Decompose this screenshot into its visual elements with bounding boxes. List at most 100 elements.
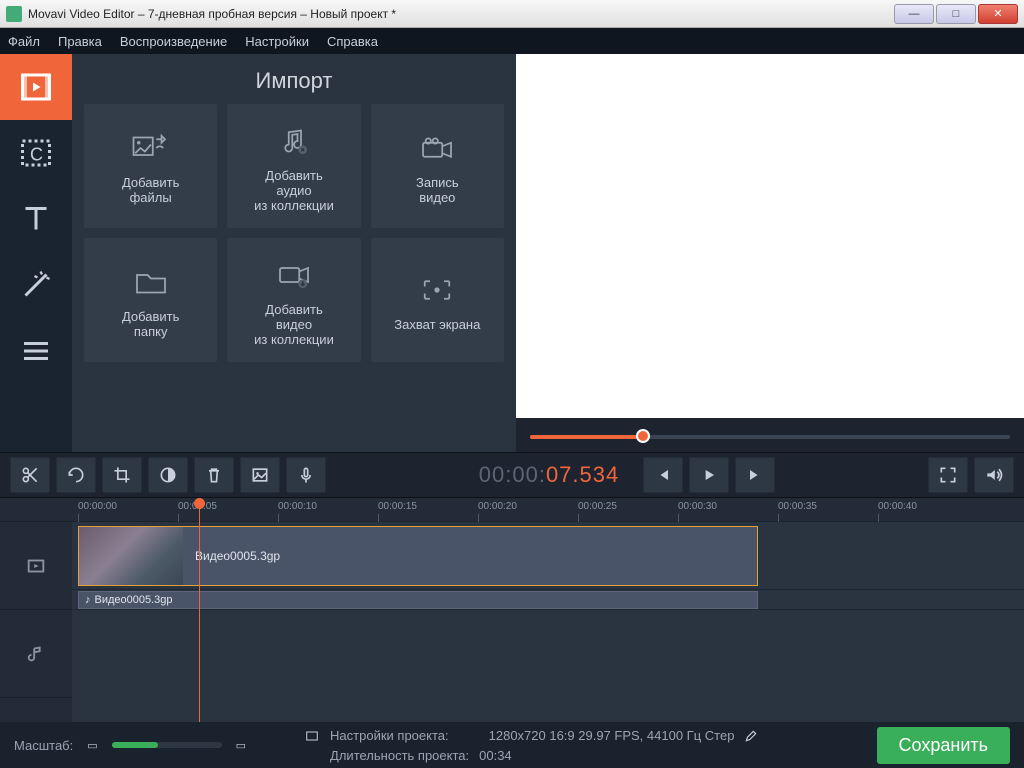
video-track-head[interactable] (0, 522, 72, 610)
tile-label: Добавить аудио из коллекции (254, 168, 334, 213)
color-button[interactable] (148, 457, 188, 493)
trash-icon (204, 465, 224, 485)
tile-label: Добавить файлы (122, 175, 179, 205)
menu-edit[interactable]: Правка (58, 34, 102, 49)
ruler-tick: 00:00:00 (78, 501, 117, 512)
delete-button[interactable] (194, 457, 234, 493)
tile-add-audio[interactable]: Добавить аудио из коллекции (227, 104, 360, 228)
project-settings-value: 1280x720 16:9 29.97 FPS, 44100 Гц Стер (489, 728, 735, 743)
mic-button[interactable] (286, 457, 326, 493)
ruler-tick: 00:00:30 (678, 501, 717, 512)
project-settings-label: Настройки проекта: (330, 728, 449, 743)
window-title: Movavi Video Editor – 7-дневная пробная … (28, 7, 894, 21)
video-track-icon (25, 555, 47, 577)
zoom-label: Масштаб: (14, 738, 73, 753)
ruler-tick: 00:00:35 (778, 501, 817, 512)
timecode-prefix: 00:00: (479, 462, 546, 488)
window-minimize-button[interactable]: — (894, 4, 934, 24)
sidebar-import[interactable] (0, 54, 72, 120)
svg-text:C: C (30, 145, 43, 165)
playhead[interactable] (199, 498, 200, 722)
sidebar-filters[interactable]: C (0, 120, 72, 186)
zoom-in-icon[interactable]: ▭ (236, 739, 246, 752)
timecode-display: 00:00:07.534 (479, 462, 619, 488)
rotate-icon (66, 465, 86, 485)
menu-help[interactable]: Справка (327, 34, 378, 49)
play-icon (699, 465, 719, 485)
magic-wand-icon (18, 267, 54, 303)
tile-add-video-collection[interactable]: Добавить видео из коллекции (227, 238, 360, 362)
ruler-tick: 00:00:15 (378, 501, 417, 512)
statusbar: Масштаб: ▭ ▭ Настройки проекта: 1280x720… (0, 722, 1024, 768)
crop-icon: C (18, 135, 54, 171)
film-play-icon (18, 69, 54, 105)
window-maximize-button[interactable]: □ (936, 4, 976, 24)
clip-label: Видео0005.3gp (195, 549, 280, 563)
project-duration-value: 00:34 (479, 748, 512, 763)
camera-download-icon (273, 254, 315, 296)
settings-small-icon (304, 728, 320, 744)
window-titlebar: Movavi Video Editor – 7-дневная пробная … (0, 0, 1024, 28)
preview-panel (516, 54, 1024, 452)
tile-label: Захват экрана (394, 317, 480, 332)
project-duration-label: Длительность проекта: (330, 748, 469, 763)
window-close-button[interactable]: ✕ (978, 4, 1018, 24)
ruler-tick: 00:00:40 (878, 501, 917, 512)
crop-button[interactable] (102, 457, 142, 493)
save-button[interactable]: Сохранить (877, 727, 1010, 764)
tile-record-video[interactable]: Запись видео (371, 104, 504, 228)
note-icon: ♪ (85, 594, 91, 606)
import-panel: Импорт Добавить файлы Добавить аудио из … (72, 54, 516, 452)
menu-icon (18, 333, 54, 369)
volume-button[interactable] (974, 457, 1014, 493)
next-button[interactable] (735, 457, 775, 493)
cut-button[interactable] (10, 457, 50, 493)
sidebar: C (0, 54, 72, 452)
image-button[interactable] (240, 457, 280, 493)
prev-button[interactable] (643, 457, 683, 493)
video-track[interactable]: Видео0005.3gp (72, 522, 1024, 590)
menubar: Файл Правка Воспроизведение Настройки Сп… (0, 28, 1024, 54)
ruler-tick: 00:00:20 (478, 501, 517, 512)
audio-track-head[interactable] (0, 610, 72, 698)
fullscreen-icon (938, 465, 958, 485)
ruler-tick: 00:00:10 (278, 501, 317, 512)
video-clip[interactable]: Видео0005.3gp (78, 526, 758, 586)
ruler-tick: 00:00:25 (578, 501, 617, 512)
ruler-head (0, 498, 72, 522)
empty-audio-track[interactable] (72, 610, 1024, 698)
fullscreen-button[interactable] (928, 457, 968, 493)
menu-playback[interactable]: Воспроизведение (120, 34, 227, 49)
audio-clip[interactable]: ♪ Видео0005.3gp (78, 591, 758, 609)
sidebar-more[interactable] (0, 318, 72, 384)
preview-canvas[interactable] (516, 54, 1024, 418)
tile-screen-capture[interactable]: Захват экрана (371, 238, 504, 362)
media-files-icon (130, 127, 172, 169)
sidebar-titles[interactable] (0, 186, 72, 252)
app-icon (6, 6, 22, 22)
music-note-icon (273, 120, 315, 162)
seek-knob[interactable] (636, 429, 650, 443)
import-title: Импорт (84, 54, 504, 104)
pencil-icon[interactable] (744, 729, 758, 743)
timeline-ruler[interactable]: 00:00:00 00:00:05 00:00:10 00:00:15 00:0… (72, 498, 1024, 522)
clip-thumbnail (79, 527, 183, 585)
menu-settings[interactable]: Настройки (245, 34, 309, 49)
play-button[interactable] (689, 457, 729, 493)
screen-capture-icon (416, 269, 458, 311)
rotate-button[interactable] (56, 457, 96, 493)
tile-add-files[interactable]: Добавить файлы (84, 104, 217, 228)
contrast-icon (158, 465, 178, 485)
zoom-out-icon[interactable]: ▭ (87, 739, 97, 752)
folder-icon (130, 261, 172, 303)
zoom-slider[interactable] (112, 742, 222, 748)
toolbar: 00:00:07.534 (0, 452, 1024, 498)
tile-add-folder[interactable]: Добавить папку (84, 238, 217, 362)
audio-track-inline[interactable]: ♪ Видео0005.3gp (72, 590, 1024, 610)
crop-tool-icon (112, 465, 132, 485)
preview-seekbar[interactable] (530, 432, 1010, 442)
microphone-icon (296, 465, 316, 485)
menu-file[interactable]: Файл (8, 34, 40, 49)
speaker-icon (984, 465, 1004, 485)
sidebar-effects[interactable] (0, 252, 72, 318)
